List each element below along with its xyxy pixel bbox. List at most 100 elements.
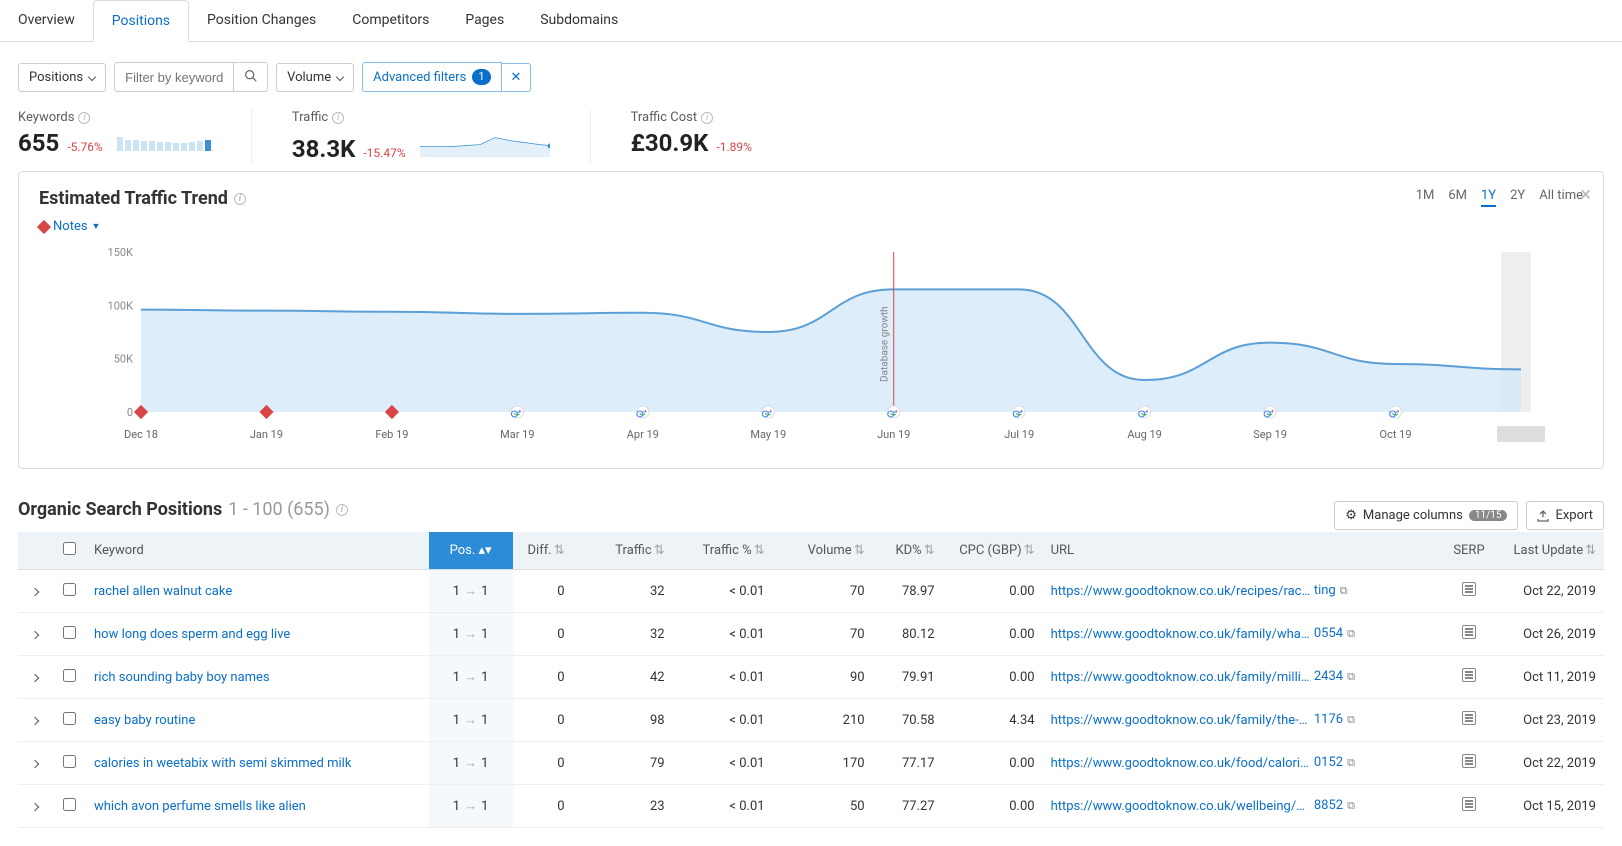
- tab-subdomains[interactable]: Subdomains: [522, 0, 636, 41]
- filter-bar: Positions Volume Advanced filters 1 ✕: [18, 62, 1604, 92]
- search-button[interactable]: [234, 62, 268, 92]
- range-all-time[interactable]: All time: [1539, 188, 1583, 207]
- col-volume[interactable]: Volume⇅: [773, 532, 873, 570]
- svg-text:Database growth: Database growth: [880, 306, 891, 382]
- svg-text:150K: 150K: [108, 246, 134, 259]
- external-link-icon[interactable]: ⧉: [1340, 584, 1348, 597]
- advanced-filters-button[interactable]: Advanced filters 1: [362, 62, 501, 92]
- row-checkbox[interactable]: [63, 583, 76, 596]
- traffic-trend-chart[interactable]: 050K100K150KDatabase growthDec 18Jan 19F…: [39, 242, 1583, 452]
- url-link[interactable]: https://www.goodtoknow.co.uk/food/calori…: [1051, 756, 1311, 771]
- col-kd[interactable]: KD%⇅: [873, 532, 943, 570]
- external-link-icon[interactable]: ⧉: [1347, 670, 1355, 683]
- url-link[interactable]: https://www.goodtoknow.co.uk/family/the-…: [1051, 713, 1311, 728]
- serp-icon[interactable]: [1462, 582, 1476, 596]
- url-link[interactable]: https://www.goodtoknow.co.uk/family/what…: [1051, 627, 1311, 642]
- col-pos[interactable]: Pos. ▴▾: [429, 532, 513, 570]
- keyword-link[interactable]: rich sounding baby boy names: [94, 670, 270, 685]
- keyword-link[interactable]: easy baby routine: [94, 713, 195, 728]
- metrics-row: Keywordsi 655 -5.76% Traffici 38.3K -15.…: [18, 110, 1604, 163]
- info-icon[interactable]: i: [234, 193, 246, 205]
- traffic-cost-delta: -1.89%: [716, 140, 752, 154]
- info-icon[interactable]: i: [701, 112, 713, 124]
- expand-row-icon[interactable]: [31, 759, 39, 767]
- svg-text:100K: 100K: [108, 299, 134, 312]
- col-serp[interactable]: SERP: [1444, 532, 1494, 570]
- info-icon[interactable]: i: [336, 504, 348, 516]
- position-cell: 1→1: [429, 742, 513, 785]
- row-checkbox[interactable]: [63, 626, 76, 639]
- external-link-icon[interactable]: ⧉: [1347, 713, 1355, 726]
- serp-icon[interactable]: [1462, 625, 1476, 639]
- url-link[interactable]: https://www.goodtoknow.co.uk/family/mill…: [1051, 670, 1311, 685]
- row-checkbox[interactable]: [63, 712, 76, 725]
- columns-count-badge: 11/15: [1469, 510, 1508, 521]
- range-6m[interactable]: 6M: [1448, 188, 1467, 207]
- keyword-filter-input[interactable]: [114, 62, 234, 92]
- range-1y[interactable]: 1Y: [1481, 188, 1496, 207]
- expand-row-icon[interactable]: [31, 716, 39, 724]
- col-keyword[interactable]: Keyword: [86, 532, 429, 570]
- tab-position-changes[interactable]: Position Changes: [189, 0, 334, 41]
- svg-text:May 19: May 19: [750, 428, 786, 441]
- tab-competitors[interactable]: Competitors: [334, 0, 447, 41]
- expand-row-icon[interactable]: [31, 587, 39, 595]
- chevron-down-icon: [88, 73, 96, 81]
- col-url[interactable]: URL: [1043, 532, 1444, 570]
- svg-text:0: 0: [127, 406, 133, 419]
- clear-advanced-filters-button[interactable]: ✕: [502, 63, 532, 92]
- external-link-icon[interactable]: ⧉: [1347, 627, 1355, 640]
- export-button[interactable]: Export: [1526, 501, 1604, 530]
- keyword-link[interactable]: rachel allen walnut cake: [94, 584, 232, 599]
- col-traffic[interactable]: Traffic⇅: [573, 532, 673, 570]
- keyword-link[interactable]: how long does sperm and egg live: [94, 627, 290, 642]
- tab-pages[interactable]: Pages: [447, 0, 522, 41]
- range-1m[interactable]: 1M: [1416, 188, 1435, 207]
- external-link-icon[interactable]: ⧉: [1347, 756, 1355, 769]
- select-all-checkbox[interactable]: [63, 542, 76, 555]
- keywords-value: 655: [18, 129, 59, 157]
- traffic-delta: -15.47%: [363, 146, 405, 160]
- serp-icon[interactable]: [1462, 754, 1476, 768]
- col-cpc[interactable]: CPC (GBP)⇅: [943, 532, 1043, 570]
- notes-toggle[interactable]: Notes ▼: [39, 219, 246, 234]
- sort-icon: ▴▾: [479, 543, 492, 558]
- info-icon[interactable]: i: [78, 112, 90, 124]
- expand-row-icon[interactable]: [31, 630, 39, 638]
- svg-text:Oct 19: Oct 19: [1380, 428, 1412, 441]
- url-link[interactable]: https://www.goodtoknow.co.uk/recipes/rac…: [1051, 584, 1311, 599]
- tab-positions[interactable]: Positions: [93, 0, 189, 42]
- external-link-icon[interactable]: ⧉: [1347, 799, 1355, 812]
- table-section-title: Organic Search Positions 1 - 100 (655) i: [18, 499, 348, 520]
- keyword-link[interactable]: which avon perfume smells like alien: [94, 799, 306, 814]
- expand-row-icon[interactable]: [31, 802, 39, 810]
- row-checkbox[interactable]: [63, 669, 76, 682]
- svg-text:Sep 19: Sep 19: [1253, 428, 1287, 441]
- position-cell: 1→1: [429, 785, 513, 828]
- svg-text:Jul 19: Jul 19: [1004, 428, 1034, 441]
- table-row: how long does sperm and egg live 1→1 0 3…: [18, 613, 1604, 656]
- info-icon[interactable]: i: [332, 112, 344, 124]
- col-updated[interactable]: Last Update⇅: [1494, 532, 1604, 570]
- svg-text:Jun 19: Jun 19: [877, 428, 910, 441]
- serp-icon[interactable]: [1462, 668, 1476, 682]
- col-diff[interactable]: Diff.⇅: [513, 532, 573, 570]
- tabs-bar: OverviewPositionsPosition ChangesCompeti…: [0, 0, 1622, 42]
- volume-dropdown[interactable]: Volume: [276, 63, 354, 92]
- row-checkbox[interactable]: [63, 755, 76, 768]
- col-traffic-pct[interactable]: Traffic %⇅: [673, 532, 773, 570]
- traffic-sparkline: [420, 129, 550, 157]
- expand-row-icon[interactable]: [31, 673, 39, 681]
- row-checkbox[interactable]: [63, 798, 76, 811]
- url-link[interactable]: https://www.goodtoknow.co.uk/wellbeing/2…: [1051, 799, 1311, 814]
- keyword-link[interactable]: calories in weetabix with semi skimmed m…: [94, 756, 351, 771]
- position-cell: 1→1: [429, 613, 513, 656]
- table-row: rich sounding baby boy names 1→1 0 42 < …: [18, 656, 1604, 699]
- close-chart-button[interactable]: ×: [1580, 182, 1591, 206]
- manage-columns-button[interactable]: ⚙ Manage columns 11/15: [1334, 501, 1518, 530]
- range-2y[interactable]: 2Y: [1510, 188, 1525, 207]
- positions-dropdown[interactable]: Positions: [18, 63, 106, 92]
- tab-overview[interactable]: Overview: [0, 0, 93, 41]
- serp-icon[interactable]: [1462, 797, 1476, 811]
- serp-icon[interactable]: [1462, 711, 1476, 725]
